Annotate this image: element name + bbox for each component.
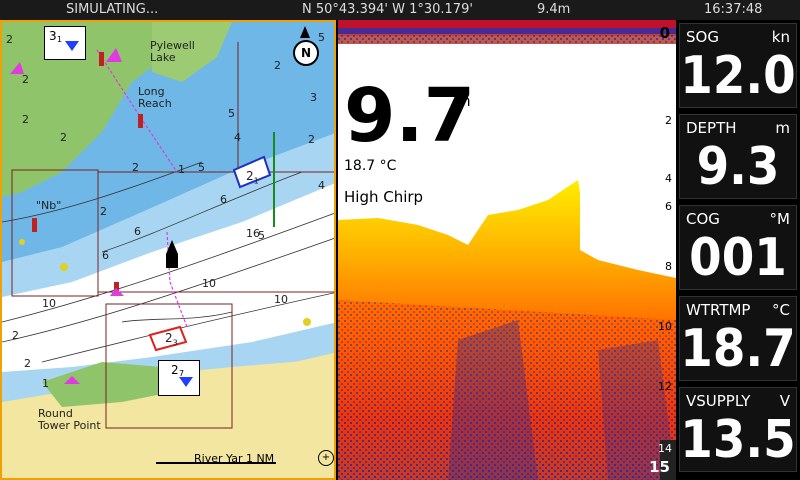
instrument-depth[interactable]: DEPTH m 9.3 <box>679 114 797 199</box>
waypoint-tag-3-1[interactable]: 3 1 <box>44 26 86 60</box>
instrument-value: 13.5 <box>680 410 796 470</box>
depth-scale-bottom: 15 <box>649 458 670 476</box>
depth-scale-mark: 2 <box>665 114 672 127</box>
distance-readout: 9.4m <box>537 2 571 17</box>
depth-sounding: 4 <box>318 179 325 192</box>
instrument-label: WTRTMP <box>686 301 751 319</box>
instrument-value: 18.7 <box>680 319 796 379</box>
depth-scale-mark: 4 <box>665 172 672 185</box>
triangle-down-icon <box>65 41 79 51</box>
place-label-nb: "Nb" <box>36 199 62 212</box>
depth-sounding: 6 <box>102 249 109 262</box>
depth-sounding: 2 <box>308 133 315 146</box>
waypoint-tag-2-7[interactable]: 2 7 <box>158 360 200 396</box>
depth-sounding: 1 <box>178 163 185 176</box>
waypoint-name: 3 <box>49 29 57 43</box>
waypoint-label-2-1: 21 <box>246 169 259 186</box>
crosshair-icon[interactable]: + <box>318 450 334 466</box>
sonar-depth-unit: m <box>456 92 471 110</box>
depth-sounding: 10 <box>202 277 216 290</box>
position-readout: N 50°43.394' W 1°30.179' <box>302 2 473 17</box>
depth-scale-top: 0 <box>659 24 670 42</box>
sonar-panel[interactable]: 0 9.7 m 18.7 °C High Chirp 2 4 6 8 10 12… <box>338 20 676 480</box>
instrument-vsupply[interactable]: VSUPPLY V 13.5 <box>679 387 797 472</box>
scale-label: River Yar 1 NM <box>194 452 275 465</box>
place-label-long-reach: Long Reach <box>138 85 172 110</box>
depth-scale-mark: 14 <box>658 442 672 455</box>
instrument-sog[interactable]: SOG kn 12.0 <box>679 23 797 108</box>
depth-sounding: 10 <box>42 297 56 310</box>
instrument-unit: V <box>779 392 790 410</box>
instrument-unit: kn <box>771 28 790 46</box>
instrument-water-temp[interactable]: WTRTMP °C 18.7 <box>679 296 797 381</box>
clock: 16:37:48 <box>704 2 763 17</box>
instrument-unit: °C <box>772 301 790 319</box>
depth-sounding: 2 <box>274 59 281 72</box>
sonar-depth-readout: 9.7 <box>344 73 476 159</box>
depth-sounding: 2 <box>22 73 29 86</box>
depth-sounding: 2 <box>132 161 139 174</box>
depth-sounding: 2 <box>12 329 19 342</box>
water-temperature: 18.7 °C <box>344 158 397 174</box>
depth-sounding: 4 <box>234 131 241 144</box>
depth-scale-mark: 10 <box>658 320 672 333</box>
depth-sounding: 10 <box>274 293 288 306</box>
depth-sounding: 3 <box>310 91 317 104</box>
depth-sounding: 2 <box>100 205 107 218</box>
depth-sounding: 5 <box>198 161 205 174</box>
depth-sounding: 1 <box>42 377 49 390</box>
instrument-label: VSUPPLY <box>686 392 751 410</box>
depth-scale-mark: 8 <box>665 260 672 273</box>
depth-scale-mark: 6 <box>665 200 672 213</box>
instrument-value: 12.0 <box>680 46 796 106</box>
depth-sounding: 2 <box>6 33 13 46</box>
place-label-round-tower-point: Round Tower Point <box>38 407 101 432</box>
north-arrow-icon[interactable]: N <box>292 26 319 72</box>
status-bar: SIMULATING... N 50°43.394' W 1°30.179' 9… <box>0 0 800 20</box>
depth-sounding: 6 <box>220 193 227 206</box>
instrument-cog[interactable]: COG °M 001 <box>679 205 797 290</box>
simulating-status: SIMULATING... <box>66 2 159 17</box>
depth-sounding: 6 <box>134 225 141 238</box>
instrument-panel: SOG kn 12.0 DEPTH m 9.3 COG °M 001 WTRTM… <box>676 20 800 480</box>
instrument-label: SOG <box>686 28 719 46</box>
depth-sounding: 2 <box>60 131 67 144</box>
chart-panel[interactable]: 3 1 2 7 21 23 Pylewell Lake Long Reach "… <box>0 20 336 480</box>
triangle-down-icon <box>179 377 193 387</box>
sonar-frequency[interactable]: High Chirp <box>344 188 423 206</box>
instrument-unit: °M <box>769 210 790 228</box>
instrument-label: COG <box>686 210 720 228</box>
waypoint-sub: 1 <box>57 35 63 44</box>
place-label-pylewell-lake: Pylewell Lake <box>150 39 195 64</box>
depth-sounding: 5 <box>258 229 265 242</box>
scale-bar: River Yar 1 NM <box>156 452 284 466</box>
depth-sounding: 5 <box>228 107 235 120</box>
instrument-unit: m <box>775 119 790 137</box>
instrument-label: DEPTH <box>686 119 737 137</box>
instrument-value: 9.3 <box>696 137 780 197</box>
depth-scale-mark: 12 <box>658 380 672 393</box>
waypoint-label-2-3: 23 <box>165 331 178 348</box>
depth-sounding: 2 <box>22 113 29 126</box>
instrument-value: 001 <box>689 228 787 288</box>
depth-sounding: 2 <box>24 357 31 370</box>
depth-sounding: 5 <box>318 31 325 44</box>
waypoint-name: 2 <box>171 363 179 377</box>
